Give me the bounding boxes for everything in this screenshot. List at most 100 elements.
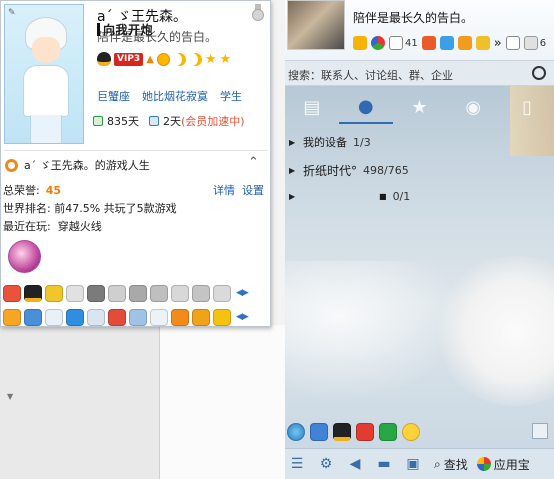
cart-icon[interactable]: [457, 36, 472, 50]
play-icon[interactable]: [379, 423, 397, 441]
search-input[interactable]: 搜索：联系人、讨论组、群、企业: [288, 67, 453, 83]
accel-note[interactable]: (会员加速中): [181, 115, 245, 128]
tab-favorites[interactable]: ★: [393, 90, 447, 124]
shirt-icon[interactable]: [505, 36, 520, 50]
service-app-icon[interactable]: [3, 308, 21, 326]
service-app-icon[interactable]: [108, 308, 126, 326]
game-crossfire-icon[interactable]: [8, 240, 41, 273]
level-up-icon: ▲: [146, 53, 154, 65]
settings-gear-icon[interactable]: ⚙: [316, 456, 336, 473]
service-app-icon[interactable]: [192, 308, 210, 326]
avatar-face: [32, 37, 60, 63]
dropdown-arrow-icon[interactable]: ▼: [7, 392, 13, 401]
service-app-icon[interactable]: [171, 308, 189, 326]
service-app-icon[interactable]: [45, 308, 63, 326]
tab-phone[interactable]: ▯: [500, 90, 554, 124]
app-icon[interactable]: [421, 36, 436, 50]
vip-badge[interactable]: VIP3: [114, 52, 144, 66]
text-cursor: [97, 23, 100, 36]
avatar-legs: [30, 115, 62, 143]
group-my-devices[interactable]: ▶ 我的设备 1/3: [289, 134, 371, 150]
tag-item[interactable]: 巨蟹座: [97, 88, 130, 104]
app-grid-icon[interactable]: [532, 423, 548, 439]
service-app-icon[interactable]: [213, 308, 231, 326]
qq-bottom-bar: ☰ ⚙ ◀ ▬ ▣ ⌕ 查找 应用宝: [285, 448, 554, 479]
tab-messages[interactable]: ▤: [285, 90, 339, 124]
expand-caret-icon[interactable]: ▶: [289, 166, 297, 175]
color-wheel-icon[interactable]: [371, 36, 385, 50]
service-app-icon[interactable]: [150, 308, 168, 326]
game-app-icon[interactable]: [66, 284, 84, 302]
more-chevron-icon[interactable]: »: [494, 36, 502, 51]
file-folder-icon[interactable]: ▬: [374, 456, 394, 473]
mail-icon[interactable]: [389, 36, 403, 50]
game-app-icon[interactable]: [192, 284, 210, 302]
active-days-value: 835天: [107, 115, 139, 128]
search-bar[interactable]: 搜索：联系人、讨论组、群、企业: [285, 60, 554, 86]
game-app-icon[interactable]: [129, 284, 147, 302]
tag-item[interactable]: 学生: [220, 88, 242, 104]
recent-game-value[interactable]: 穿越火线: [58, 220, 102, 233]
skin-icon[interactable]: [523, 36, 538, 50]
service-app-icon[interactable]: [87, 308, 105, 326]
gift-icon[interactable]: [356, 423, 374, 441]
game-section-title: aˊ ゞ王先森。的游戏人生: [24, 159, 150, 172]
tab-contacts[interactable]: ●: [338, 90, 393, 124]
service-app-icon[interactable]: [129, 308, 147, 326]
paint-icon[interactable]: [439, 36, 454, 50]
game-app-icon[interactable]: [150, 284, 168, 302]
game-icon-tray-1: ◀▶: [3, 283, 249, 303]
medal-icon[interactable]: [251, 4, 265, 22]
qq-app-icon[interactable]: [24, 284, 42, 302]
game-app-icon[interactable]: [87, 284, 105, 302]
qq-avatar[interactable]: [287, 0, 345, 50]
medal-disc: [252, 9, 264, 21]
expand-caret-icon[interactable]: ▶: [289, 192, 297, 201]
honor-value: 45: [45, 184, 62, 197]
active-days: 835天: [93, 113, 139, 129]
game-app-icon[interactable]: [108, 284, 126, 302]
message-manager-icon[interactable]: ▣: [403, 456, 423, 473]
profile-tags: 巨蟹座 她比烟花寂寞 学生: [97, 88, 242, 104]
game-logo-icon: [5, 158, 18, 172]
find-button[interactable]: ⌕ 查找: [434, 456, 468, 473]
game-links: 详情 设置: [213, 182, 264, 198]
music-icon[interactable]: [402, 423, 420, 441]
settings-link[interactable]: 设置: [242, 182, 264, 198]
group-name: 我的设备: [303, 136, 347, 149]
group-count: 0/1: [392, 190, 411, 203]
accel-days-value: 2天: [163, 115, 181, 128]
book-app-icon[interactable]: [45, 284, 63, 302]
profile-avatar[interactable]: ✎: [4, 4, 84, 144]
service-app-icon[interactable]: [66, 308, 84, 326]
search-icon[interactable]: [532, 66, 546, 80]
detail-link[interactable]: 详情: [213, 182, 235, 198]
favorites-app-icon[interactable]: [310, 423, 328, 441]
star-icon[interactable]: [353, 36, 367, 50]
level-star-icon: ★: [204, 51, 217, 67]
group-count: 498/765: [363, 164, 409, 177]
app-store-button[interactable]: 应用宝: [476, 456, 530, 473]
avatar-edit-icon[interactable]: ✎: [8, 8, 16, 18]
service-app-icon[interactable]: [24, 308, 42, 326]
game-app-icon[interactable]: [213, 284, 231, 302]
group-unnamed[interactable]: ▶ ■ 0/1: [289, 190, 410, 203]
browser-icon[interactable]: [287, 423, 305, 441]
tray-nav-arrows-icon[interactable]: ◀▶: [236, 312, 249, 322]
qq-main-panel: 陪伴是最长久的告白。 41 » 6 搜索：联系人、讨论组、群、企业 ▤ ● ★ …: [285, 0, 554, 479]
volume-icon[interactable]: ◀: [345, 456, 365, 473]
qq-signature[interactable]: 陪伴是最长久的告白。: [353, 9, 473, 26]
tag-item[interactable]: 她比烟花寂寞: [142, 88, 208, 104]
tab-groups[interactable]: ◉: [446, 90, 500, 124]
main-menu-icon[interactable]: ☰: [287, 456, 307, 473]
expand-caret-icon[interactable]: ▶: [289, 138, 297, 147]
tray-nav-arrows-icon[interactable]: ◀▶: [236, 288, 249, 298]
honor-row: 总荣誉: 45: [3, 182, 61, 198]
qq-app-icon[interactable]: [333, 423, 351, 441]
folder-icon[interactable]: [475, 36, 490, 50]
recent-game-label: 最近在玩:: [3, 220, 51, 233]
collapse-chevron-icon[interactable]: ⌃: [248, 155, 259, 170]
game-app-icon[interactable]: [171, 284, 189, 302]
group-origami[interactable]: ▶ 折纸时代° 498/765: [289, 162, 409, 179]
game-app-icon[interactable]: [3, 284, 21, 302]
